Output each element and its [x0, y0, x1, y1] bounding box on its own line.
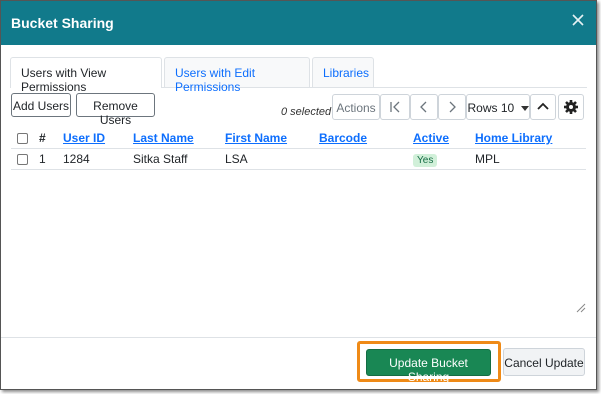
- caret-down-icon: [520, 106, 529, 111]
- active-badge: Yes: [413, 154, 438, 167]
- prev-page-button[interactable]: [410, 94, 438, 120]
- select-all-cell: [11, 128, 39, 149]
- tab-bar: Users with View Permissions Users with E…: [10, 57, 587, 94]
- chevron-right-icon: [449, 101, 456, 113]
- rows-per-page-select[interactable]: Rows 10: [466, 94, 530, 120]
- select-all-checkbox[interactable]: [17, 133, 28, 145]
- selected-count: 0 selected: [281, 106, 332, 118]
- column-header-first-name: First Name: [225, 128, 319, 149]
- sort-last-name-link[interactable]: Last Name: [133, 131, 194, 145]
- tab-view-permissions[interactable]: Users with View Permissions: [10, 57, 162, 94]
- table-row[interactable]: 1 1284 Sitka Staff LSA Yes MPL: [11, 149, 586, 170]
- sort-first-name-link[interactable]: First Name: [225, 131, 287, 145]
- row-index: 1: [39, 152, 46, 166]
- row-checkbox[interactable]: [17, 154, 28, 166]
- first-page-button[interactable]: [380, 94, 410, 120]
- sort-user-id-link[interactable]: User ID: [63, 131, 105, 145]
- update-bucket-sharing-button[interactable]: Update Bucket Sharing: [366, 349, 491, 384]
- close-icon[interactable]: [570, 12, 586, 28]
- remove-users-button[interactable]: Remove Users: [76, 93, 155, 127]
- sort-home-library-link[interactable]: Home Library: [475, 131, 552, 145]
- chevron-left-icon: [420, 101, 427, 113]
- grid-header-row: # User ID Last Name First Name Barcode A…: [11, 128, 586, 149]
- column-header-barcode: Barcode: [319, 128, 413, 149]
- sort-active-link[interactable]: Active: [413, 131, 449, 145]
- settings-button[interactable]: [558, 94, 584, 120]
- cell-first-name: LSA: [225, 152, 248, 166]
- dialog-title: Bucket Sharing: [11, 15, 114, 31]
- dialog-header: Bucket Sharing: [1, 1, 596, 45]
- sort-barcode-link[interactable]: Barcode: [319, 131, 367, 145]
- rows-per-page-label: Rows 10: [467, 101, 515, 115]
- row-select-cell: [11, 149, 39, 170]
- cell-active: Yes: [413, 149, 475, 170]
- actions-button[interactable]: Actions: [332, 94, 380, 120]
- cell-barcode: [319, 149, 413, 170]
- column-header-active: Active: [413, 128, 475, 149]
- footer-divider: [1, 337, 596, 338]
- column-header-last-name: Last Name: [133, 128, 225, 149]
- cell-user-id: 1284: [63, 152, 90, 166]
- bucket-sharing-dialog: Bucket Sharing Users with View Permissio…: [0, 0, 597, 390]
- chevron-up-icon: [537, 102, 549, 110]
- column-header-home-library: Home Library: [475, 128, 586, 149]
- collapse-toolbar-button[interactable]: [530, 94, 556, 120]
- column-header-user-id: User ID: [63, 128, 133, 149]
- users-grid: # User ID Last Name First Name Barcode A…: [11, 128, 586, 170]
- tab-libraries[interactable]: Libraries: [312, 57, 374, 87]
- cancel-update-button[interactable]: Cancel Update: [503, 348, 585, 376]
- next-page-button[interactable]: [438, 94, 466, 120]
- resize-handle-icon[interactable]: [576, 303, 586, 313]
- gear-icon: [564, 100, 578, 114]
- cell-last-name: Sitka Staff: [133, 152, 188, 166]
- first-page-icon: [390, 101, 400, 113]
- column-header-index: #: [39, 131, 46, 145]
- add-users-button[interactable]: Add Users: [11, 93, 71, 117]
- tab-edit-permissions[interactable]: Users with Edit Permissions: [164, 57, 310, 94]
- cell-home-library: MPL: [475, 152, 500, 166]
